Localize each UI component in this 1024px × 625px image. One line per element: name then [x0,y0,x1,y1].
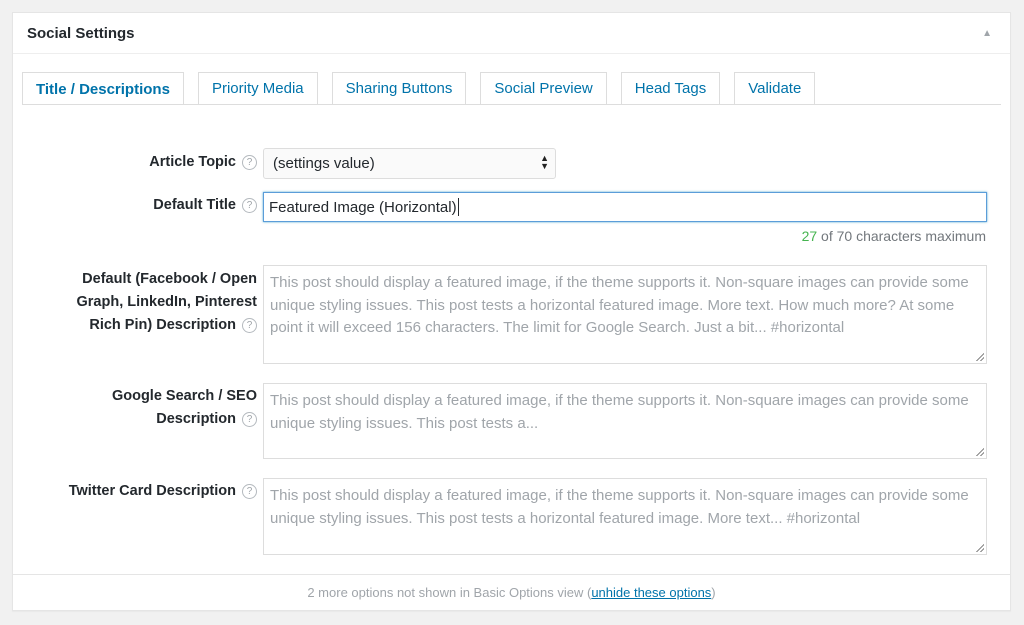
resize-handle[interactable] [976,544,984,552]
seo-description-textarea[interactable]: This post should display a featured imag… [263,383,987,459]
twitter-description-label: Twitter Card Description? [69,480,257,503]
panel-header: Social Settings ▲ [13,13,1010,54]
article-topic-label: Article Topic? [149,151,257,174]
tab-title-descriptions[interactable]: Title / Descriptions [22,72,184,105]
seo-description-label: Google Search / SEO Description? [111,388,257,427]
og-description-placeholder: This post should display a featured imag… [270,274,969,336]
tab-content: Article Topic? (settings value) ▲ ▼ Defau… [22,104,1001,576]
help-icon[interactable]: ? [242,154,257,170]
tab-priority-media[interactable]: Priority Media [197,72,318,104]
tab-social-preview[interactable]: Social Preview [480,72,607,104]
resize-handle[interactable] [976,448,984,456]
seo-description-placeholder: This post should display a featured imag… [270,392,969,432]
twitter-description-textarea[interactable]: This post should display a featured imag… [263,478,987,555]
social-settings-panel: Social Settings ▲ Title / Descriptions P… [12,12,1011,611]
article-topic-select[interactable]: (settings value) ▲ ▼ [263,148,556,179]
help-icon[interactable]: ? [242,197,257,213]
default-title-input[interactable]: Featured Image (Horizontal) [263,192,987,222]
title-char-counter: 27 of 70 characters maximum [802,228,986,244]
twitter-description-placeholder: This post should display a featured imag… [270,487,969,527]
article-topic-value: (settings value) [273,155,375,172]
help-icon[interactable]: ? [242,411,257,427]
help-icon[interactable]: ? [242,483,257,499]
footer-text: 2 more options not shown in Basic Option… [307,585,592,600]
footer-close: ) [711,585,716,600]
panel-title: Social Settings [27,24,135,42]
text-caret [457,198,459,216]
triangle-up-icon[interactable]: ▲ [978,24,996,43]
tab-sharing-buttons[interactable]: Sharing Buttons [331,72,467,104]
tab-head-tags[interactable]: Head Tags [620,72,721,104]
resize-handle[interactable] [976,353,984,361]
og-description-textarea[interactable]: This post should display a featured imag… [263,265,987,364]
unhide-options-link[interactable]: unhide these options [591,585,711,600]
options-footer: 2 more options not shown in Basic Option… [13,574,1010,610]
select-arrows-icon: ▲ ▼ [540,153,549,171]
char-count: 27 [801,228,818,244]
tab-bar: Title / Descriptions Priority Media Shar… [22,72,1010,105]
tab-validate[interactable]: Validate [734,72,816,104]
default-title-label: Default Title? [153,194,257,217]
og-description-label: Default (Facebook / Open Graph, LinkedIn… [76,271,257,333]
default-title-value: Featured Image (Horizontal) [269,198,457,216]
char-limit-text: of 70 characters maximum [817,228,986,244]
help-icon[interactable]: ? [242,317,257,333]
